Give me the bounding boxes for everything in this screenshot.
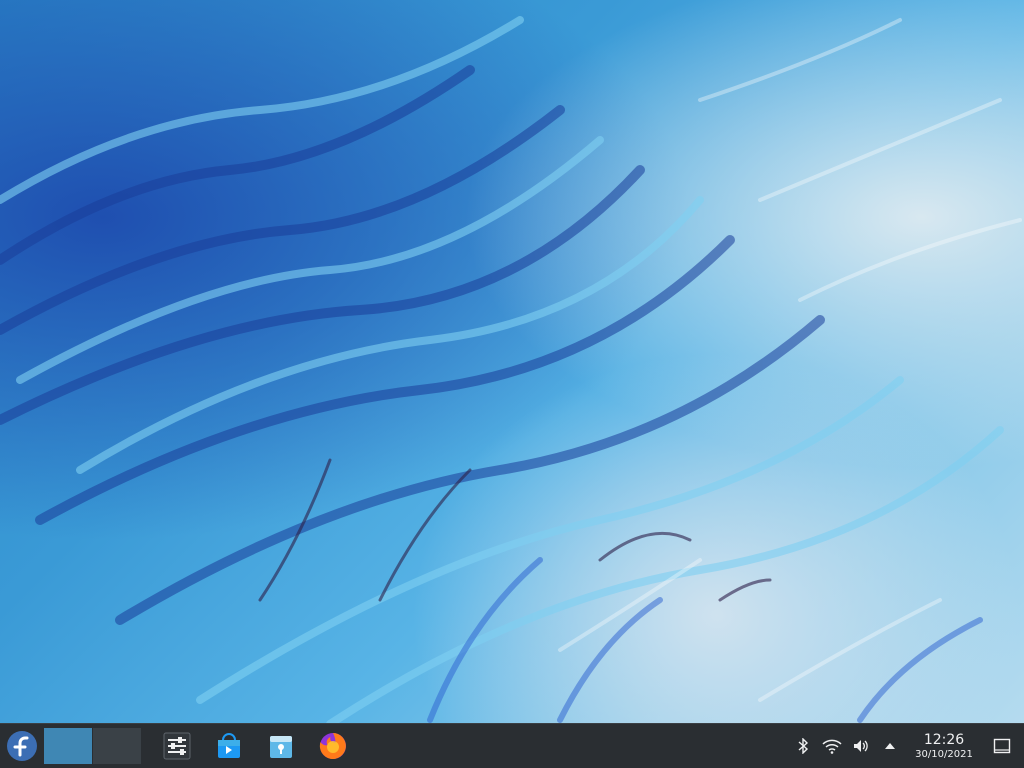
virtual-desktop-pager (44, 728, 141, 764)
fedora-icon (7, 731, 37, 761)
task-manager (151, 724, 359, 768)
tray-bluetooth[interactable] (788, 724, 817, 768)
pager-desktop-2[interactable] (92, 728, 141, 764)
system-settings-icon (163, 732, 191, 760)
discover-store-icon (218, 733, 240, 758)
taskbar: 12:26 30/10/2021 (0, 723, 1024, 768)
volume-icon (853, 740, 868, 752)
task-kwallet[interactable] (255, 724, 307, 768)
tray-network[interactable] (817, 724, 846, 768)
expand-tray-icon (884, 743, 895, 749)
tray-volume[interactable] (846, 724, 875, 768)
kwallet-icon (270, 736, 292, 758)
clock-date: 30/10/2021 (915, 748, 973, 760)
tray-expand[interactable] (875, 724, 904, 768)
show-desktop-button[interactable] (980, 724, 1024, 768)
task-system-settings[interactable] (151, 724, 203, 768)
task-discover[interactable] (203, 724, 255, 768)
task-firefox[interactable] (307, 724, 359, 768)
desktop-wallpaper (0, 0, 1024, 724)
system-tray (788, 724, 904, 768)
wifi-icon (821, 739, 842, 754)
digital-clock[interactable]: 12:26 30/10/2021 (908, 724, 980, 768)
firefox-icon (319, 733, 346, 759)
show-desktop-icon (993, 738, 1011, 754)
wallpaper-marble-pattern (0, 16, 1022, 724)
pager-desktop-1[interactable] (44, 728, 92, 764)
clock-time: 12:26 (923, 731, 965, 748)
bluetooth-icon (798, 738, 808, 754)
application-launcher-button[interactable] (0, 724, 44, 768)
